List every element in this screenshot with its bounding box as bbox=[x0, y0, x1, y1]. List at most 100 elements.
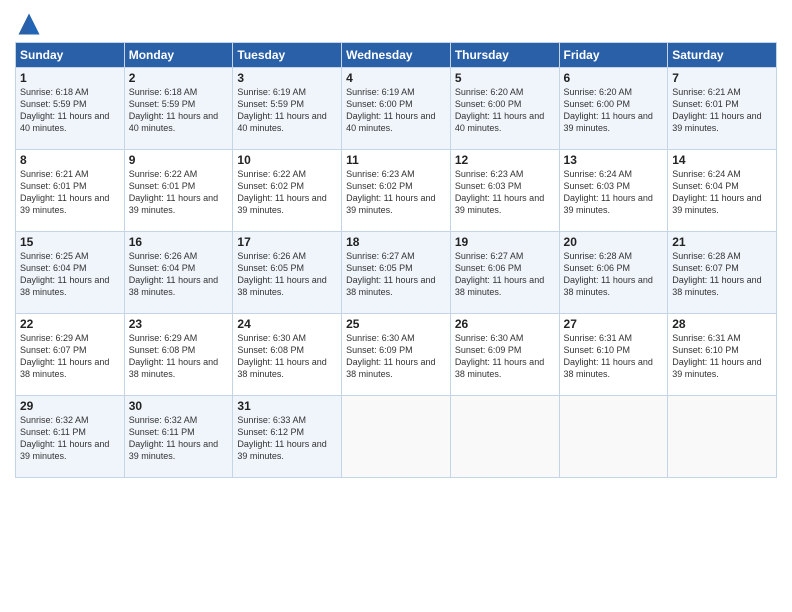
day-cell: 17 Sunrise: 6:26 AMSunset: 6:05 PMDaylig… bbox=[233, 232, 342, 314]
day-number: 25 bbox=[346, 317, 446, 331]
day-number: 19 bbox=[455, 235, 555, 249]
day-info: Sunrise: 6:30 AMSunset: 6:09 PMDaylight:… bbox=[346, 333, 435, 379]
day-cell bbox=[450, 396, 559, 478]
day-cell: 6 Sunrise: 6:20 AMSunset: 6:00 PMDayligh… bbox=[559, 68, 668, 150]
day-cell: 4 Sunrise: 6:19 AMSunset: 6:00 PMDayligh… bbox=[342, 68, 451, 150]
col-header-thursday: Thursday bbox=[450, 43, 559, 68]
day-cell: 29 Sunrise: 6:32 AMSunset: 6:11 PMDaylig… bbox=[16, 396, 125, 478]
day-number: 15 bbox=[20, 235, 120, 249]
day-info: Sunrise: 6:25 AMSunset: 6:04 PMDaylight:… bbox=[20, 251, 109, 297]
day-number: 14 bbox=[672, 153, 772, 167]
day-info: Sunrise: 6:29 AMSunset: 6:07 PMDaylight:… bbox=[20, 333, 109, 379]
day-cell: 16 Sunrise: 6:26 AMSunset: 6:04 PMDaylig… bbox=[124, 232, 233, 314]
day-cell: 11 Sunrise: 6:23 AMSunset: 6:02 PMDaylig… bbox=[342, 150, 451, 232]
day-number: 17 bbox=[237, 235, 337, 249]
day-cell: 15 Sunrise: 6:25 AMSunset: 6:04 PMDaylig… bbox=[16, 232, 125, 314]
day-number: 24 bbox=[237, 317, 337, 331]
day-number: 7 bbox=[672, 71, 772, 85]
day-info: Sunrise: 6:26 AMSunset: 6:04 PMDaylight:… bbox=[129, 251, 218, 297]
day-cell: 12 Sunrise: 6:23 AMSunset: 6:03 PMDaylig… bbox=[450, 150, 559, 232]
day-info: Sunrise: 6:21 AMSunset: 6:01 PMDaylight:… bbox=[20, 169, 109, 215]
day-cell: 3 Sunrise: 6:19 AMSunset: 5:59 PMDayligh… bbox=[233, 68, 342, 150]
day-cell: 25 Sunrise: 6:30 AMSunset: 6:09 PMDaylig… bbox=[342, 314, 451, 396]
day-info: Sunrise: 6:29 AMSunset: 6:08 PMDaylight:… bbox=[129, 333, 218, 379]
day-number: 27 bbox=[564, 317, 664, 331]
day-number: 6 bbox=[564, 71, 664, 85]
day-cell: 13 Sunrise: 6:24 AMSunset: 6:03 PMDaylig… bbox=[559, 150, 668, 232]
day-cell: 23 Sunrise: 6:29 AMSunset: 6:08 PMDaylig… bbox=[124, 314, 233, 396]
day-cell: 27 Sunrise: 6:31 AMSunset: 6:10 PMDaylig… bbox=[559, 314, 668, 396]
col-header-wednesday: Wednesday bbox=[342, 43, 451, 68]
week-row-2: 8 Sunrise: 6:21 AMSunset: 6:01 PMDayligh… bbox=[16, 150, 777, 232]
day-number: 10 bbox=[237, 153, 337, 167]
day-number: 4 bbox=[346, 71, 446, 85]
day-info: Sunrise: 6:22 AMSunset: 6:02 PMDaylight:… bbox=[237, 169, 326, 215]
day-info: Sunrise: 6:31 AMSunset: 6:10 PMDaylight:… bbox=[672, 333, 761, 379]
day-cell: 28 Sunrise: 6:31 AMSunset: 6:10 PMDaylig… bbox=[668, 314, 777, 396]
day-cell: 19 Sunrise: 6:27 AMSunset: 6:06 PMDaylig… bbox=[450, 232, 559, 314]
day-cell bbox=[342, 396, 451, 478]
day-number: 11 bbox=[346, 153, 446, 167]
day-cell: 18 Sunrise: 6:27 AMSunset: 6:05 PMDaylig… bbox=[342, 232, 451, 314]
day-cell: 22 Sunrise: 6:29 AMSunset: 6:07 PMDaylig… bbox=[16, 314, 125, 396]
day-info: Sunrise: 6:28 AMSunset: 6:07 PMDaylight:… bbox=[672, 251, 761, 297]
day-info: Sunrise: 6:20 AMSunset: 6:00 PMDaylight:… bbox=[455, 87, 544, 133]
week-row-3: 15 Sunrise: 6:25 AMSunset: 6:04 PMDaylig… bbox=[16, 232, 777, 314]
day-number: 26 bbox=[455, 317, 555, 331]
col-header-monday: Monday bbox=[124, 43, 233, 68]
day-cell: 7 Sunrise: 6:21 AMSunset: 6:01 PMDayligh… bbox=[668, 68, 777, 150]
day-number: 9 bbox=[129, 153, 229, 167]
day-number: 18 bbox=[346, 235, 446, 249]
day-cell: 30 Sunrise: 6:32 AMSunset: 6:11 PMDaylig… bbox=[124, 396, 233, 478]
day-info: Sunrise: 6:18 AMSunset: 5:59 PMDaylight:… bbox=[129, 87, 218, 133]
day-number: 13 bbox=[564, 153, 664, 167]
day-cell: 14 Sunrise: 6:24 AMSunset: 6:04 PMDaylig… bbox=[668, 150, 777, 232]
week-row-5: 29 Sunrise: 6:32 AMSunset: 6:11 PMDaylig… bbox=[16, 396, 777, 478]
day-cell: 26 Sunrise: 6:30 AMSunset: 6:09 PMDaylig… bbox=[450, 314, 559, 396]
day-number: 5 bbox=[455, 71, 555, 85]
day-info: Sunrise: 6:18 AMSunset: 5:59 PMDaylight:… bbox=[20, 87, 109, 133]
day-number: 2 bbox=[129, 71, 229, 85]
day-cell: 21 Sunrise: 6:28 AMSunset: 6:07 PMDaylig… bbox=[668, 232, 777, 314]
day-cell: 1 Sunrise: 6:18 AMSunset: 5:59 PMDayligh… bbox=[16, 68, 125, 150]
day-info: Sunrise: 6:27 AMSunset: 6:05 PMDaylight:… bbox=[346, 251, 435, 297]
day-info: Sunrise: 6:32 AMSunset: 6:11 PMDaylight:… bbox=[129, 415, 218, 461]
day-cell: 24 Sunrise: 6:30 AMSunset: 6:08 PMDaylig… bbox=[233, 314, 342, 396]
col-header-tuesday: Tuesday bbox=[233, 43, 342, 68]
col-header-friday: Friday bbox=[559, 43, 668, 68]
day-info: Sunrise: 6:23 AMSunset: 6:03 PMDaylight:… bbox=[455, 169, 544, 215]
day-cell bbox=[559, 396, 668, 478]
day-cell bbox=[668, 396, 777, 478]
day-cell: 5 Sunrise: 6:20 AMSunset: 6:00 PMDayligh… bbox=[450, 68, 559, 150]
day-info: Sunrise: 6:22 AMSunset: 6:01 PMDaylight:… bbox=[129, 169, 218, 215]
day-number: 16 bbox=[129, 235, 229, 249]
day-number: 20 bbox=[564, 235, 664, 249]
day-cell: 9 Sunrise: 6:22 AMSunset: 6:01 PMDayligh… bbox=[124, 150, 233, 232]
logo-icon bbox=[15, 10, 43, 38]
day-cell: 8 Sunrise: 6:21 AMSunset: 6:01 PMDayligh… bbox=[16, 150, 125, 232]
day-info: Sunrise: 6:30 AMSunset: 6:09 PMDaylight:… bbox=[455, 333, 544, 379]
day-info: Sunrise: 6:24 AMSunset: 6:03 PMDaylight:… bbox=[564, 169, 653, 215]
day-cell: 20 Sunrise: 6:28 AMSunset: 6:06 PMDaylig… bbox=[559, 232, 668, 314]
day-info: Sunrise: 6:19 AMSunset: 6:00 PMDaylight:… bbox=[346, 87, 435, 133]
day-info: Sunrise: 6:23 AMSunset: 6:02 PMDaylight:… bbox=[346, 169, 435, 215]
day-info: Sunrise: 6:28 AMSunset: 6:06 PMDaylight:… bbox=[564, 251, 653, 297]
col-header-saturday: Saturday bbox=[668, 43, 777, 68]
day-info: Sunrise: 6:30 AMSunset: 6:08 PMDaylight:… bbox=[237, 333, 326, 379]
day-info: Sunrise: 6:21 AMSunset: 6:01 PMDaylight:… bbox=[672, 87, 761, 133]
day-info: Sunrise: 6:26 AMSunset: 6:05 PMDaylight:… bbox=[237, 251, 326, 297]
day-number: 31 bbox=[237, 399, 337, 413]
day-info: Sunrise: 6:31 AMSunset: 6:10 PMDaylight:… bbox=[564, 333, 653, 379]
day-number: 3 bbox=[237, 71, 337, 85]
page: SundayMondayTuesdayWednesdayThursdayFrid… bbox=[0, 0, 792, 612]
day-info: Sunrise: 6:27 AMSunset: 6:06 PMDaylight:… bbox=[455, 251, 544, 297]
title-block bbox=[47, 10, 777, 12]
day-number: 12 bbox=[455, 153, 555, 167]
day-number: 29 bbox=[20, 399, 120, 413]
header bbox=[15, 10, 777, 38]
day-info: Sunrise: 6:19 AMSunset: 5:59 PMDaylight:… bbox=[237, 87, 326, 133]
day-number: 28 bbox=[672, 317, 772, 331]
day-number: 30 bbox=[129, 399, 229, 413]
day-number: 21 bbox=[672, 235, 772, 249]
week-row-4: 22 Sunrise: 6:29 AMSunset: 6:07 PMDaylig… bbox=[16, 314, 777, 396]
